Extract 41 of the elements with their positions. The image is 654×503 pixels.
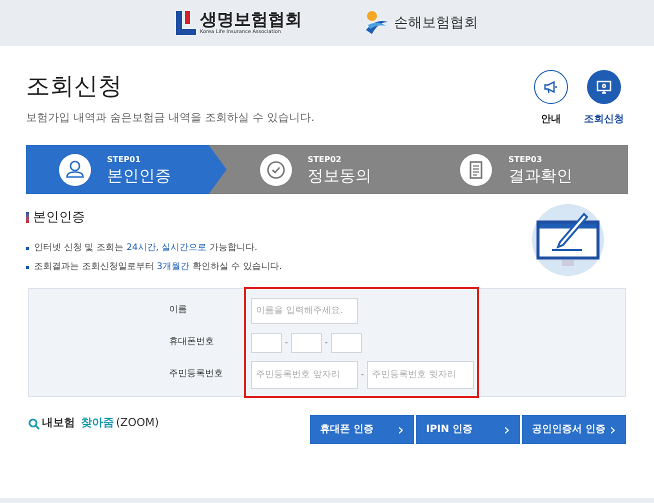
input-field[interactable] <box>251 332 282 352</box>
step-label: 결과확인 <box>508 168 572 184</box>
logo-icon <box>364 10 390 36</box>
step-number: STEP01 <box>107 156 142 164</box>
page-title: 조회신청 <box>26 74 123 98</box>
user-icon <box>59 154 91 186</box>
bullet-icon <box>26 266 29 270</box>
step-number: STEP02 <box>308 156 342 164</box>
section-title: 본인인증 <box>33 209 85 227</box>
step-label: 본인인증 <box>107 168 171 184</box>
note-text: 인터넷 신청 및 조회는 24시간, 실시간으로 가능합니다. <box>34 242 258 254</box>
field-label: 이름 <box>169 304 188 317</box>
input-field[interactable] <box>290 332 322 352</box>
logo-icon <box>176 11 196 35</box>
monitor-illustration <box>532 204 604 276</box>
field-label: 주민등록번호 <box>169 368 224 381</box>
field-label: 휴대폰번호 <box>169 336 215 349</box>
step-number: STEP03 <box>508 156 544 164</box>
check-icon <box>260 154 292 186</box>
note-text: 조회결과는 조회신청일로부터 3개월간 확인하실 수 있습니다. <box>34 261 282 274</box>
separator: - <box>284 336 289 348</box>
monitor-icon <box>596 79 612 95</box>
page-description: 보험가입 내역과 숨은보험금 내역을 조회하실 수 있습니다. <box>26 110 314 126</box>
auth-button[interactable]: 공인인증서 인증 › <box>522 415 626 444</box>
input-field[interactable]: 주민등록번호 뒷자리 <box>366 360 474 388</box>
input-field[interactable]: 주민등록번호 앞자리 <box>251 360 358 388</box>
separator: - <box>324 336 329 348</box>
section-marker <box>26 212 29 224</box>
zoom-link[interactable]: 내보험 찾아줌 (ZOOM) <box>28 415 159 432</box>
bullet-icon <box>26 246 29 250</box>
auth-button[interactable]: 휴대폰 인증 › <box>310 415 414 444</box>
search-icon <box>28 418 40 430</box>
megaphone-icon <box>543 79 559 95</box>
input-field[interactable] <box>330 332 362 352</box>
document-icon <box>460 154 492 186</box>
separator: - <box>360 368 365 380</box>
step-label: 정보동의 <box>308 168 372 184</box>
auth-button[interactable]: IPIN 인증 › <box>416 415 520 444</box>
input-field[interactable]: 이름을 입력해주세요. <box>251 298 358 324</box>
logo-name: 생명보험협회 <box>200 12 302 28</box>
logo-name: 손해보험협회 <box>394 16 478 30</box>
